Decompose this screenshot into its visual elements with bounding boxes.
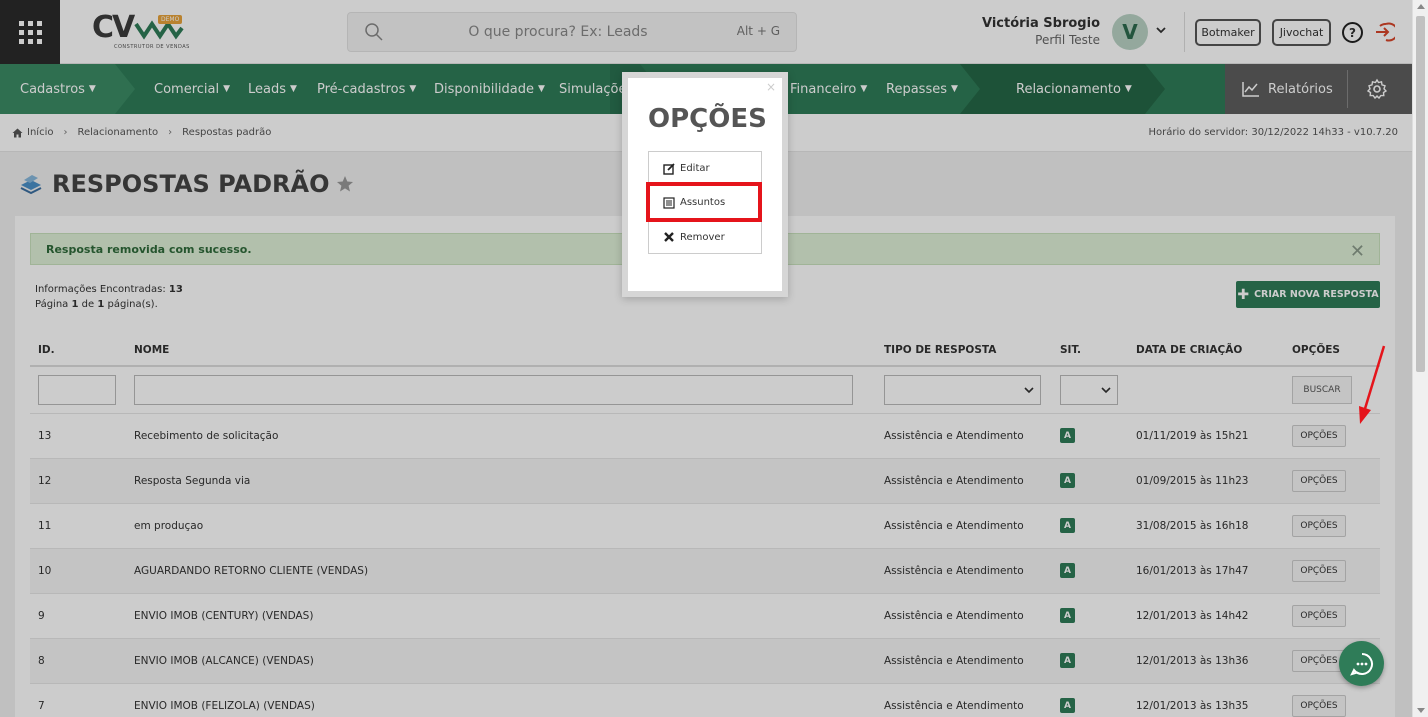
- menu-item-editar[interactable]: Editar: [649, 152, 761, 186]
- remove-icon: [664, 232, 674, 242]
- scroll-down-icon[interactable]: [1417, 708, 1425, 713]
- arrow-annotation-icon: [1359, 345, 1386, 424]
- scroll-up-icon[interactable]: [1417, 4, 1425, 9]
- highlight-box: [646, 182, 762, 222]
- scrollbar-thumb[interactable]: [1416, 16, 1425, 372]
- chat-button[interactable]: [1339, 641, 1384, 686]
- modal-title: OPÇÕES: [648, 104, 767, 134]
- menu-item-label: Remover: [680, 231, 725, 243]
- close-icon[interactable]: ×: [766, 80, 776, 94]
- edit-icon: [663, 162, 675, 175]
- menu-item-remover[interactable]: Remover: [649, 220, 761, 254]
- scrollbar[interactable]: [1412, 0, 1428, 717]
- menu-item-label: Editar: [680, 163, 710, 174]
- chat-icon: [1349, 652, 1373, 676]
